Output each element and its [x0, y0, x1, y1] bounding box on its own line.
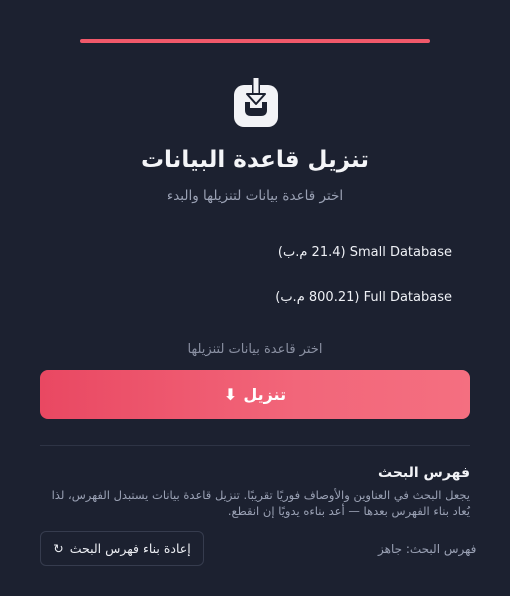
rebuild-button-label: إعادة بناء فهرس البحث: [69, 541, 191, 556]
search-index-title: فهرس البحث: [378, 465, 470, 481]
search-index-description: يجعل البحث في العناوين والأوصاف فوريًا ت…: [51, 488, 470, 518]
database-option-full[interactable]: Full Database (800.21 م.ب): [275, 290, 452, 305]
progress-accent-bar: [80, 39, 430, 43]
refresh-icon: ↻: [53, 541, 64, 556]
download-button[interactable]: تنزيل ⬇: [40, 370, 470, 419]
download-button-label: تنزيل: [243, 385, 287, 404]
database-download-logo-icon: [233, 78, 279, 128]
rebuild-search-index-button[interactable]: إعادة بناء فهرس البحث ↻: [40, 531, 204, 566]
page-subtitle: اختر قاعدة بيانات لتنزيلها والبدء: [166, 188, 344, 204]
download-arrow-icon: ⬇: [223, 385, 238, 404]
page-title: تنزيل قاعدة البيانات: [140, 147, 370, 173]
database-option-small[interactable]: Small Database (21.4 م.ب): [278, 245, 452, 260]
select-hint: اختر قاعدة بيانات لتنزيلها: [187, 342, 323, 357]
search-index-status: فهرس البحث: جاهز: [378, 542, 477, 556]
section-divider: [40, 445, 470, 446]
